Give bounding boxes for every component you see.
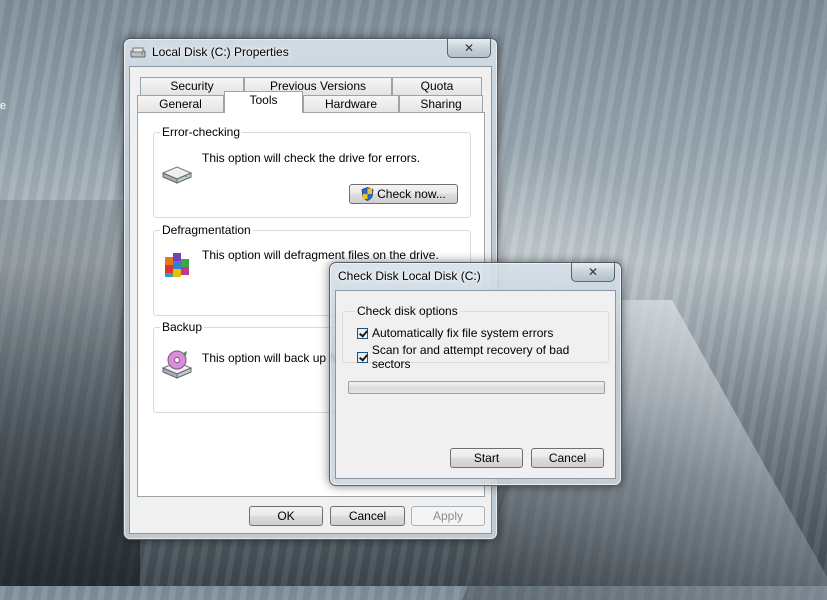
scan-bad-sectors-label: Scan for and attempt recovery of bad sec…	[371, 343, 570, 371]
scan-bad-sectors-option[interactable]: Scan for and attempt recovery of bad sec…	[357, 343, 608, 371]
scan-bad-sectors-checkbox[interactable]	[357, 351, 368, 363]
cancel-button[interactable]: Cancel	[330, 506, 405, 526]
backup-disc-icon	[161, 350, 193, 383]
defragmentation-label: Defragmentation	[160, 223, 253, 237]
apply-button[interactable]: Apply	[411, 506, 485, 526]
check-disk-client-area: Check disk options Automatically fix fil…	[335, 290, 616, 479]
check-disk-progress-bar	[348, 381, 605, 394]
check-disk-titlebar[interactable]: Check Disk Local Disk (C:) ✕	[330, 263, 621, 291]
check-disk-dialog: Check Disk Local Disk (C:) ✕ Check disk …	[329, 262, 622, 486]
close-icon: ✕	[587, 265, 599, 279]
desktop-wallpaper-shadow	[0, 200, 140, 586]
desktop-icon-label: e	[0, 100, 7, 112]
properties-close-button[interactable]: ✕	[447, 39, 491, 58]
backup-label: Backup	[160, 320, 205, 334]
tab-sharing[interactable]: Sharing	[399, 95, 483, 113]
tab-tools[interactable]: Tools	[224, 91, 303, 113]
drive-icon	[130, 46, 146, 63]
uac-shield-icon	[361, 187, 374, 201]
check-disk-title: Check Disk Local Disk (C:)	[338, 269, 481, 283]
check-disk-close-button[interactable]: ✕	[571, 263, 615, 282]
error-checking-description: This option will check the drive for err…	[202, 151, 421, 165]
error-checking-group: Error-checking This option will check th…	[153, 125, 471, 218]
auto-fix-label: Automatically fix file system errors	[372, 326, 554, 340]
auto-fix-option[interactable]: Automatically fix file system errors	[357, 326, 553, 340]
defragmentation-description: This option will defragment files on the…	[202, 248, 439, 262]
error-checking-label: Error-checking	[160, 125, 243, 139]
start-button[interactable]: Start	[450, 448, 523, 468]
check-now-button[interactable]: Check now...	[349, 184, 458, 204]
tab-quota[interactable]: Quota	[392, 77, 482, 95]
close-icon: ✕	[463, 41, 475, 55]
check-disk-options-label: Check disk options	[355, 304, 460, 318]
ok-button[interactable]: OK	[249, 506, 323, 526]
check-disk-options-group: Check disk options Automatically fix fil…	[342, 304, 609, 371]
properties-title: Local Disk (C:) Properties	[152, 45, 289, 59]
defragment-icon	[163, 249, 193, 284]
properties-titlebar[interactable]: Local Disk (C:) Properties ✕	[124, 39, 497, 67]
auto-fix-checkbox[interactable]	[357, 327, 368, 339]
check-disk-cancel-button[interactable]: Cancel	[531, 448, 604, 468]
tab-general[interactable]: General	[137, 95, 224, 113]
hard-drive-icon	[161, 159, 193, 188]
tab-hardware[interactable]: Hardware	[303, 95, 399, 113]
